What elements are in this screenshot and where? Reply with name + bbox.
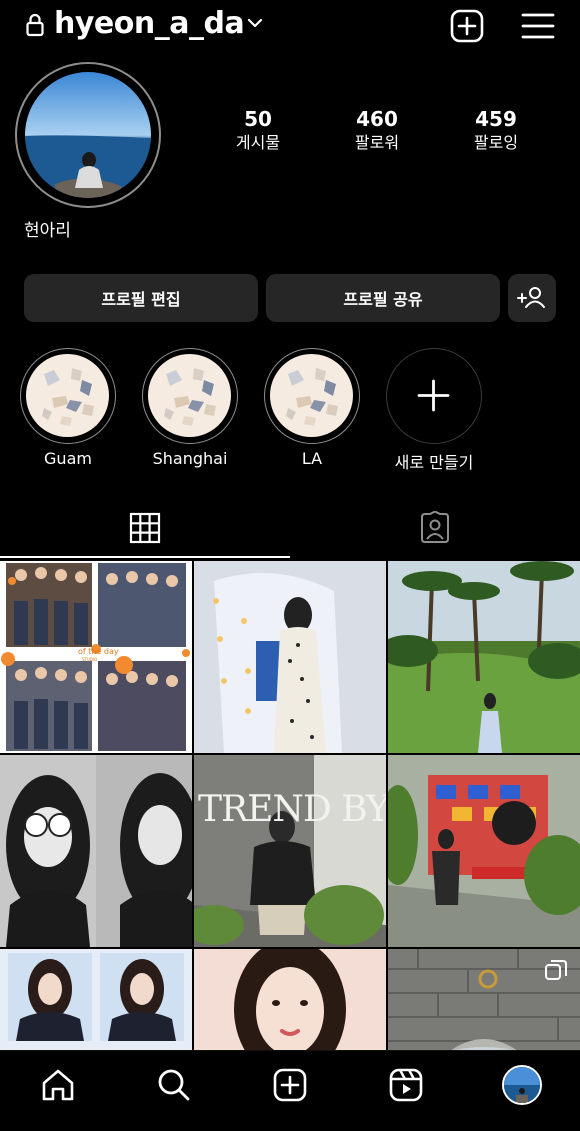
highlight-la[interactable]: LA	[264, 348, 360, 468]
post-thumbnail[interactable]: of the day STUDIO	[0, 561, 192, 753]
post-thumbnail[interactable]	[194, 561, 386, 753]
chevron-down-icon[interactable]	[246, 14, 264, 32]
post-image	[388, 755, 580, 947]
hamburger-menu-icon[interactable]	[520, 8, 556, 44]
bottom-navigation	[0, 1050, 580, 1131]
tab-posts-grid[interactable]	[0, 500, 290, 558]
post-thumbnail[interactable]	[388, 949, 580, 1051]
top-bar: hyeon_a_da	[0, 0, 580, 52]
profile-avatar[interactable]	[502, 1065, 542, 1105]
edit-profile-button[interactable]: 프로필 편집	[24, 274, 258, 322]
username-switcher[interactable]: hyeon_a_da	[54, 6, 245, 41]
post-thumbnail[interactable]	[388, 561, 580, 753]
stat-number: 50	[244, 107, 272, 131]
avatar-photo	[504, 1067, 540, 1103]
posts-count[interactable]: 50 게시물	[198, 106, 318, 154]
post-thumbnail[interactable]	[0, 755, 192, 947]
post-thumbnail[interactable]: TREND BY M	[194, 755, 386, 947]
discover-people-button[interactable]	[508, 274, 556, 322]
posts-grid: of the day STUDIO TREND BY	[0, 561, 580, 1051]
post-image	[194, 561, 386, 753]
post-image	[0, 949, 192, 1051]
highlight-cover	[286, 368, 338, 426]
highlight-guam[interactable]: Guam	[20, 348, 116, 468]
highlight-label: LA	[301, 449, 323, 468]
highlight-shanghai[interactable]: Shanghai	[142, 348, 238, 468]
stat-number: 459	[475, 107, 517, 131]
highlight-label: Guam	[44, 449, 92, 468]
highlight-new[interactable]: 새로 만들기	[386, 348, 482, 473]
highlight-label: 새로 만들기	[394, 453, 474, 472]
post-image	[0, 755, 192, 947]
followers-count[interactable]: 460 팔로워	[317, 106, 437, 154]
plus-icon	[417, 379, 450, 412]
home-icon[interactable]	[40, 1067, 76, 1103]
tab-tagged[interactable]	[290, 500, 580, 558]
profile-avatar-large[interactable]	[15, 62, 161, 208]
share-profile-button[interactable]: 프로필 공유	[266, 274, 500, 322]
reels-icon[interactable]	[388, 1067, 424, 1103]
display-name: 현아리	[24, 221, 71, 241]
create-post-icon[interactable]	[272, 1067, 308, 1103]
plus-square-icon[interactable]	[449, 8, 485, 44]
highlight-cover	[164, 368, 216, 426]
stat-label: 팔로워	[354, 133, 400, 152]
post-image	[388, 561, 580, 753]
post-thumbnail[interactable]	[0, 949, 192, 1051]
post-image	[194, 949, 386, 1051]
highlight-cover	[42, 368, 94, 426]
post-text: TREND BY M	[198, 789, 386, 830]
post-thumbnail[interactable]	[194, 949, 386, 1051]
stat-label: 팔로잉	[473, 133, 519, 152]
lock-icon	[26, 13, 44, 37]
highlight-label: Shanghai	[152, 449, 228, 468]
stat-label: 게시물	[235, 133, 281, 152]
post-thumbnail[interactable]	[388, 755, 580, 947]
post-text: STUDIO	[82, 657, 98, 662]
active-tab-indicator	[0, 556, 290, 558]
stat-number: 460	[356, 107, 398, 131]
avatar-photo	[25, 72, 151, 198]
add-person-icon	[517, 287, 545, 308]
post-image	[194, 755, 386, 947]
search-icon[interactable]	[156, 1067, 192, 1103]
grid-icon	[129, 512, 161, 544]
carousel-icon	[545, 960, 567, 980]
tagged-person-icon	[421, 511, 449, 543]
following-count[interactable]: 459 팔로잉	[436, 106, 556, 154]
post-text: of the day	[78, 647, 119, 656]
